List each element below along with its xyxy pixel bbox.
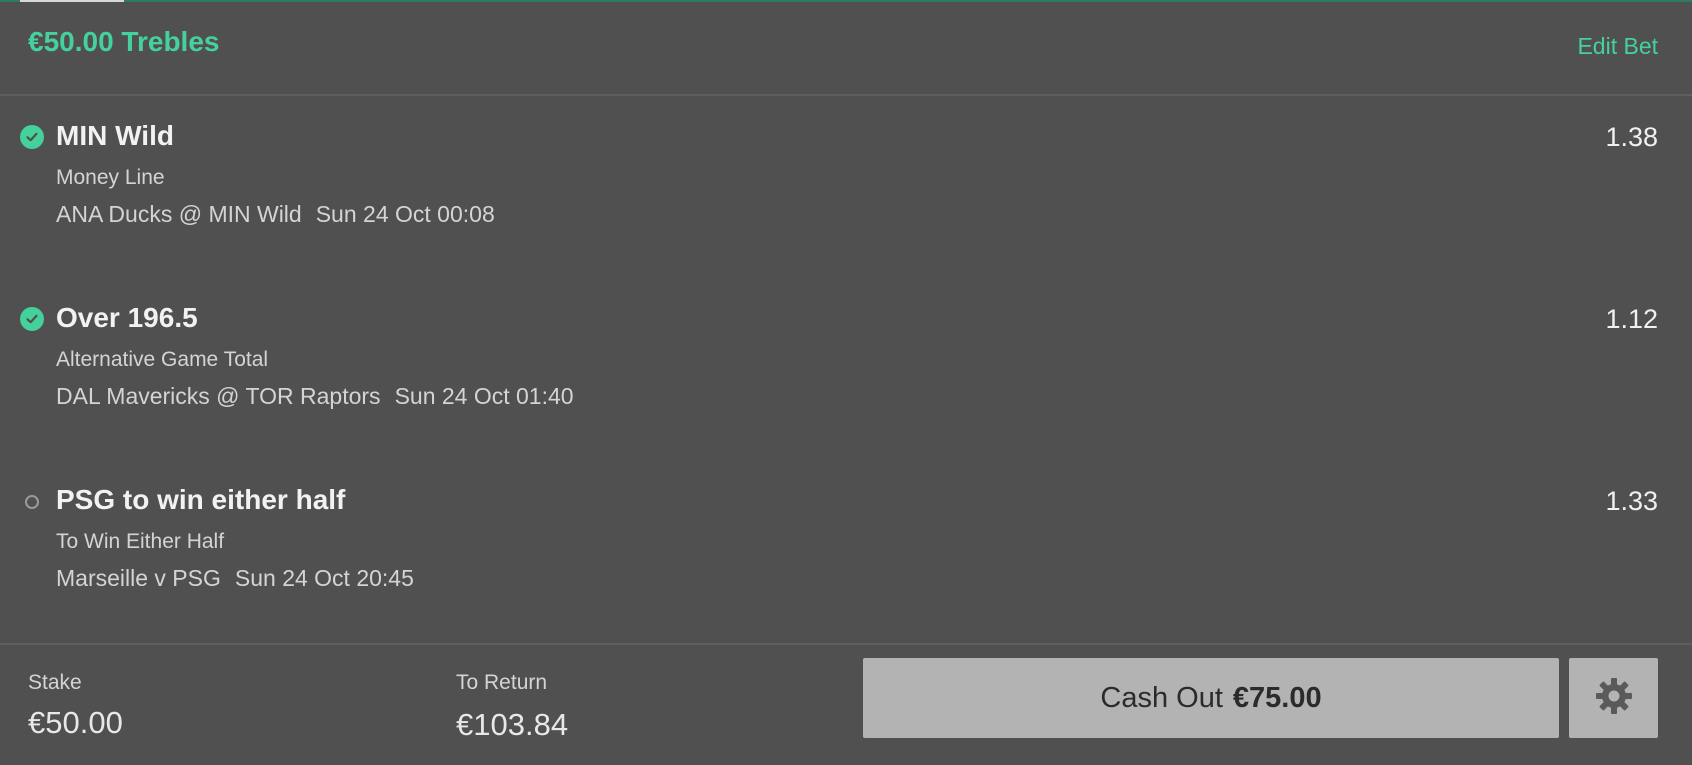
selection-name: MIN Wild [56,120,174,151]
event-time: Sun 24 Oct 20:45 [234,565,414,591]
stake-label: Stake [28,671,82,694]
check-circle-icon [20,125,44,149]
event-teams: ANA Ducks @ MIN Wild [56,201,302,227]
stake-value: €50.00 [28,705,123,740]
event-time: Sun 24 Oct 00:08 [315,201,495,227]
empty-circle-icon [25,495,39,509]
selection-market: To Win Either Half [56,530,225,553]
selection-name: Over 196.5 [56,302,198,333]
selection-event: DAL Mavericks @ TOR Raptors Sun 24 Oct 01… [56,383,574,410]
selection-market: Money Line [56,166,165,189]
bet-title: €50.00 Trebles [28,26,220,57]
selection-item: PSG to win either half To Win Either Hal… [0,460,1692,642]
check-circle-icon [20,307,44,331]
selection-event: Marseille v PSG Sun 24 Oct 20:45 [56,565,414,592]
selection-name: PSG to win either half [56,484,346,515]
cash-out-settings-button[interactable] [1569,658,1658,738]
selection-odds: 1.38 [1605,122,1658,152]
selection-event: ANA Ducks @ MIN Wild Sun 24 Oct 00:08 [56,201,495,228]
selections-list: MIN Wild Money Line ANA Ducks @ MIN Wild… [0,96,1692,642]
bet-header: €50.00 Trebles Edit Bet [0,2,1692,96]
cash-out-label: Cash Out [1100,681,1223,714]
selection-item: Over 196.5 Alternative Game Total DAL Ma… [0,278,1692,460]
cash-out-amount: €75.00 [1232,681,1322,714]
selection-odds: 1.33 [1605,486,1658,516]
to-return-value: €103.84 [456,707,569,742]
selection-market: Alternative Game Total [56,348,269,371]
to-return-label: To Return [456,671,548,694]
event-teams: Marseille v PSG [56,565,221,591]
gear-icon [1594,676,1634,721]
selection-odds: 1.12 [1605,304,1658,334]
selection-item: MIN Wild Money Line ANA Ducks @ MIN Wild… [0,96,1692,278]
cash-out-button[interactable]: Cash Out €75.00 [863,658,1559,738]
edit-bet-link[interactable]: Edit Bet [1577,33,1658,60]
bet-footer: Stake €50.00 To Return €103.84 Cash Out … [0,643,1692,765]
event-time: Sun 24 Oct 01:40 [394,383,574,409]
event-teams: DAL Mavericks @ TOR Raptors [56,383,381,409]
